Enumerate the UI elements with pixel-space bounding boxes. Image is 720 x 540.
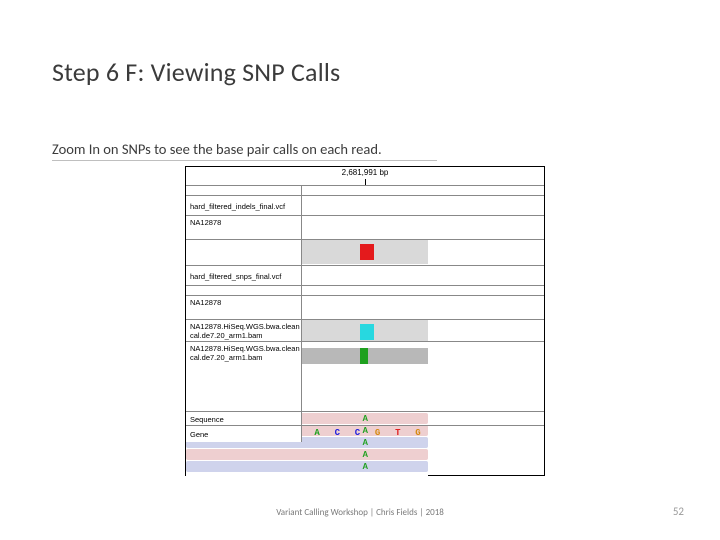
reads-label: NA12878.HiSeq.WGS.bwa.clean cal.de7.20_a… — [186, 342, 302, 412]
footer-text: Variant Calling Workshop | Chris Fields … — [0, 507, 720, 518]
slide-title: Step 6 F: Viewing SNP Calls — [52, 56, 340, 88]
ruler-row — [186, 185, 544, 195]
divider — [52, 160, 437, 161]
igv-panel: 2,681,991 bp hard_filtered_indels_final.… — [185, 166, 545, 476]
reads-track[interactable]: NA12878.HiSeq.WGS.bwa.clean cal.de7.20_a… — [186, 341, 544, 411]
slide-subtitle: Zoom In on SNPs to see the base pair cal… — [52, 140, 382, 158]
page-number: 52 — [673, 505, 684, 518]
track-label: hard_filtered_snps_final.vcf — [186, 266, 302, 286]
gene-label: Gene — [186, 426, 302, 442]
locus-bar: 2,681,991 bp — [186, 167, 544, 185]
base-call: A — [360, 461, 370, 472]
locus-text: 2,681,991 bp — [342, 168, 389, 177]
variant-row-indels[interactable]: NA12878 — [186, 215, 544, 239]
track-indels-vcf[interactable]: hard_filtered_indels_final.vcf — [186, 195, 544, 215]
track-snps-vcf[interactable]: hard_filtered_snps_final.vcf — [186, 265, 544, 285]
sequence-track[interactable]: Sequence GATTTCACCGTG — [186, 411, 544, 425]
coverage-label: NA12878.HiSeq.WGS.bwa.clean cal.de7.20_a… — [186, 320, 302, 342]
sample-label: NA12878 — [186, 296, 302, 320]
spacer — [186, 285, 544, 295]
sequence-label: Sequence — [186, 412, 302, 426]
read-row[interactable]: A — [186, 461, 428, 472]
coverage-track[interactable]: NA12878.HiSeq.WGS.bwa.clean cal.de7.20_a… — [186, 319, 544, 341]
variant-row-snps[interactable]: NA12878 — [186, 295, 544, 319]
gene-track[interactable]: Gene — [186, 425, 544, 441]
spacer — [186, 239, 544, 265]
sample-label: NA12878 — [186, 216, 302, 240]
track-label: hard_filtered_indels_final.vcf — [186, 196, 302, 216]
